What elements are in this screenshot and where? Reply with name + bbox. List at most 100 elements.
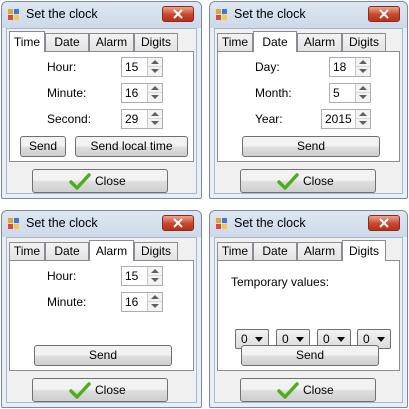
tab-time[interactable]: Time [9, 31, 45, 52]
tab-digits[interactable]: Digits [342, 240, 386, 261]
spin-up-icon[interactable] [151, 269, 159, 273]
send-button[interactable]: Send [34, 345, 172, 366]
close-button[interactable]: Close [240, 378, 376, 402]
year-value: 2015 [325, 112, 352, 126]
close-window-button[interactable] [162, 215, 194, 231]
digit-value-3: 0 [323, 332, 330, 346]
spin-down-icon[interactable] [151, 278, 159, 282]
tab-alarm[interactable]: Alarm [297, 242, 342, 260]
digit-value-4: 0 [363, 332, 370, 346]
hour-stepper[interactable]: 15 [121, 57, 163, 77]
digit-value-1: 0 [241, 332, 248, 346]
window-title: Set the clock [234, 216, 306, 230]
title-bar[interactable]: Set the clock [2, 2, 201, 28]
spin-down-icon[interactable] [359, 69, 367, 73]
month-spin[interactable] [355, 84, 370, 102]
spin-down-icon[interactable] [359, 95, 367, 99]
app-icon [8, 9, 19, 20]
day-stepper[interactable]: 18 [329, 57, 371, 77]
window-title: Set the clock [26, 216, 98, 230]
title-bar[interactable]: Set the clock [210, 2, 407, 28]
alarm-hour-label: Hour: [47, 269, 77, 283]
close-window-button[interactable] [162, 6, 194, 22]
app-icon [8, 218, 19, 229]
second-value: 29 [125, 112, 139, 126]
spin-up-icon[interactable] [151, 295, 159, 299]
tab-alarm[interactable]: Alarm [297, 33, 342, 51]
spin-up-icon[interactable] [359, 86, 367, 90]
send-local-time-button[interactable]: Send local time [75, 136, 188, 157]
close-button[interactable]: Close [240, 169, 376, 193]
tab-strip: Time Date Alarm Digits [217, 240, 400, 262]
client-area: Time Date Alarm Digits Hour: 15 Minute: … [6, 28, 197, 194]
tab-time[interactable]: Time [217, 242, 253, 260]
spin-down-icon[interactable] [151, 69, 159, 73]
checkmark-icon [277, 173, 299, 190]
tab-strip: Time Date Alarm Digits [217, 31, 400, 53]
minute-stepper[interactable]: 16 [121, 83, 163, 103]
close-button[interactable]: Close [32, 378, 168, 402]
spin-up-icon[interactable] [151, 112, 159, 116]
spin-down-icon[interactable] [151, 304, 159, 308]
tab-digits[interactable]: Digits [134, 242, 178, 260]
month-stepper[interactable]: 5 [329, 83, 371, 103]
tab-date[interactable]: Date [45, 33, 89, 51]
tab-alarm[interactable]: Alarm [89, 33, 134, 51]
tab-alarm[interactable]: Alarm [89, 240, 134, 261]
tab-panel-date: Day: 18 Month: 5 Year: 2015 Send [217, 51, 400, 162]
tab-date[interactable]: Date [253, 242, 297, 260]
alarm-minute-spin[interactable] [147, 293, 162, 311]
day-spin[interactable] [355, 58, 370, 76]
alarm-minute-stepper[interactable]: 16 [121, 292, 163, 312]
tab-strip: Time Date Alarm Digits [9, 31, 194, 53]
hour-spin[interactable] [147, 58, 162, 76]
checkmark-icon [69, 173, 91, 190]
second-label: Second: [47, 112, 92, 126]
client-area: Time Date Alarm Digits Hour: 15 Minute: … [6, 237, 197, 403]
spin-up-icon[interactable] [359, 112, 367, 116]
send-button[interactable]: Send [20, 136, 66, 157]
tab-date[interactable]: Date [45, 242, 89, 260]
spin-down-icon[interactable] [151, 121, 159, 125]
window-date: Set the clock Time Date Alarm Digits Day… [209, 1, 408, 199]
second-spin[interactable] [147, 110, 162, 128]
close-icon [379, 9, 389, 19]
spin-up-icon[interactable] [151, 60, 159, 64]
temporary-values-label: Temporary values: [231, 275, 330, 289]
send-button[interactable]: Send [241, 345, 379, 366]
alarm-hour-spin[interactable] [147, 267, 162, 285]
window-title: Set the clock [234, 7, 306, 21]
tab-time[interactable]: Time [9, 242, 45, 260]
dropdown-arrow-icon [377, 337, 385, 342]
year-spin[interactable] [355, 110, 370, 128]
tab-digits[interactable]: Digits [342, 33, 386, 51]
close-window-button[interactable] [368, 6, 400, 22]
send-button[interactable]: Send [242, 136, 380, 157]
checkmark-icon [69, 382, 91, 399]
year-stepper[interactable]: 2015 [321, 109, 371, 129]
window-title: Set the clock [26, 7, 98, 21]
day-label: Day: [255, 60, 280, 74]
alarm-hour-stepper[interactable]: 15 [121, 266, 163, 286]
tab-date[interactable]: Date [253, 31, 297, 52]
spin-up-icon[interactable] [359, 60, 367, 64]
title-bar[interactable]: Set the clock [210, 211, 407, 237]
spin-down-icon[interactable] [151, 95, 159, 99]
second-stepper[interactable]: 29 [121, 109, 163, 129]
spin-up-icon[interactable] [151, 86, 159, 90]
spin-down-icon[interactable] [359, 121, 367, 125]
checkmark-icon [277, 382, 299, 399]
close-label: Close [303, 174, 334, 188]
app-icon [216, 218, 227, 229]
tab-time[interactable]: Time [217, 33, 253, 51]
close-icon [173, 218, 183, 228]
close-window-button[interactable] [368, 215, 400, 231]
window-time: Set the clock Time Date Alarm Digits Hou… [1, 1, 202, 199]
title-bar[interactable]: Set the clock [2, 211, 201, 237]
close-button[interactable]: Close [32, 169, 168, 193]
hour-value: 15 [125, 60, 139, 74]
minute-spin[interactable] [147, 84, 162, 102]
tab-digits[interactable]: Digits [134, 33, 178, 51]
month-value: 5 [333, 86, 340, 100]
client-area: Time Date Alarm Digits Temporary values:… [214, 237, 403, 403]
